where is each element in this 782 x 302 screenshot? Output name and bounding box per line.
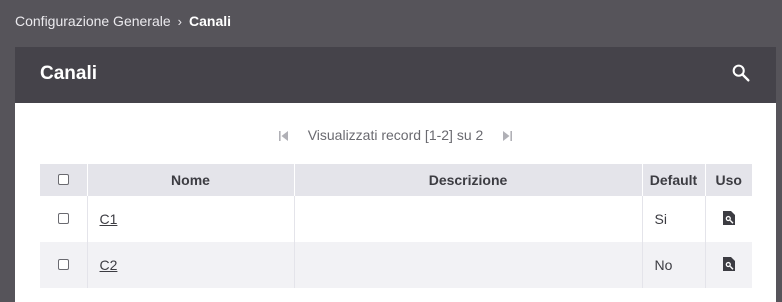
cell-nome: C1 bbox=[87, 196, 295, 242]
first-page-icon[interactable] bbox=[278, 129, 290, 141]
channel-link[interactable]: C1 bbox=[100, 211, 118, 227]
table-row: C1 Si bbox=[40, 196, 752, 242]
column-header-nome[interactable]: Nome bbox=[87, 164, 295, 196]
row-checkbox-cell bbox=[40, 196, 88, 242]
cell-descrizione bbox=[294, 196, 643, 242]
cell-descrizione bbox=[294, 242, 643, 288]
breadcrumb-separator: › bbox=[177, 13, 182, 29]
channel-link[interactable]: C2 bbox=[100, 257, 118, 273]
channels-panel: Canali Visualizzati record [1-2] su 2 No… bbox=[15, 47, 776, 302]
page-title: Canali bbox=[40, 63, 98, 84]
breadcrumb-parent[interactable]: Configurazione Generale bbox=[15, 13, 171, 29]
last-page-icon[interactable] bbox=[501, 129, 513, 141]
row-checkbox[interactable] bbox=[57, 213, 69, 224]
document-search-icon[interactable] bbox=[722, 256, 736, 272]
column-header-descrizione[interactable]: Descrizione bbox=[294, 164, 643, 196]
cell-default: Si bbox=[642, 196, 706, 242]
pager-status: Visualizzati record [1-2] su 2 bbox=[307, 127, 484, 143]
select-all-header bbox=[40, 164, 88, 196]
pager: Visualizzati record [1-2] su 2 bbox=[15, 127, 776, 143]
row-checkbox-cell bbox=[40, 242, 88, 288]
breadcrumb-current: Canali bbox=[189, 13, 232, 29]
channels-table: Nome Descrizione Default Uso C1 Si C2 No bbox=[40, 164, 752, 288]
cell-uso bbox=[705, 242, 752, 288]
cell-nome: C2 bbox=[87, 242, 295, 288]
cell-uso bbox=[705, 196, 752, 242]
breadcrumb: Configurazione Generale › Canali bbox=[15, 11, 231, 31]
table-row: C2 No bbox=[40, 242, 752, 288]
cell-default: No bbox=[642, 242, 706, 288]
column-header-uso: Uso bbox=[705, 164, 752, 196]
column-header-default[interactable]: Default bbox=[642, 164, 706, 196]
row-checkbox[interactable] bbox=[57, 259, 69, 270]
panel-header: Canali bbox=[15, 47, 776, 103]
select-all-checkbox[interactable] bbox=[57, 174, 69, 185]
document-search-icon[interactable] bbox=[722, 210, 736, 226]
table-header-row: Nome Descrizione Default Uso bbox=[40, 164, 752, 196]
search-icon[interactable] bbox=[730, 62, 752, 84]
